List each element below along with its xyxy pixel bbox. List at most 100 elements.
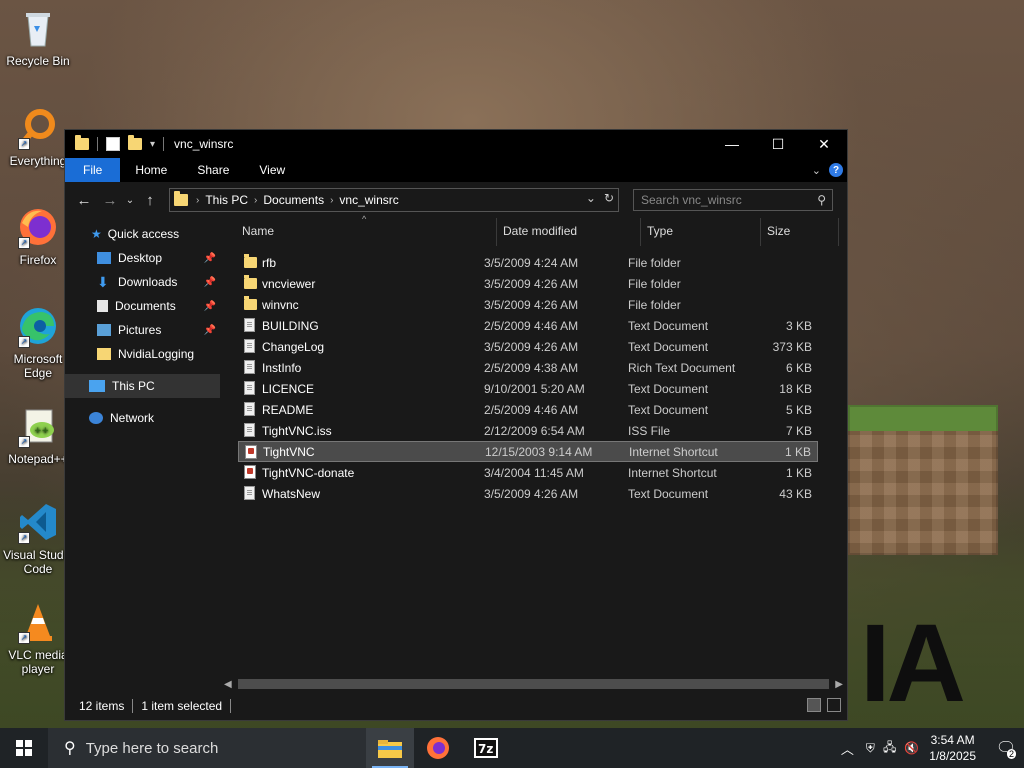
taskbar-7zip[interactable]: 7z [462,728,510,768]
tab-home[interactable]: Home [120,158,182,182]
scroll-left-icon[interactable]: ◀ [224,679,232,690]
file-type: Text Document [628,486,709,501]
nav-this-pc[interactable]: This PC [65,374,220,398]
file-row[interactable]: InstInfo 2/5/2009 4:38 AM Rich Text Docume… [238,357,818,378]
start-button[interactable] [0,728,48,768]
nav-network[interactable]: Network [65,406,220,430]
address-history-chevron-icon[interactable]: ⌄ [586,191,596,205]
back-button[interactable]: ← [71,192,97,209]
file-row[interactable]: ChangeLog 3/5/2009 4:26 AM Text Document 37… [238,336,818,357]
file-size: 5 KB [785,402,812,417]
file-date-modified: 3/4/2004 11:45 AM [484,465,584,480]
nav-desktop[interactable]: Desktop 📌 [65,246,220,270]
file-name: rfb [262,255,277,270]
clock-time: 3:54 AM [930,733,975,747]
breadcrumb-separator[interactable]: › [196,195,199,206]
shortcut-icon [244,465,256,479]
folder-icon [174,191,188,206]
taskbar-search-input[interactable]: ⚲ Type here to search [48,728,366,768]
tab-share[interactable]: Share [182,158,244,182]
column-date-modified[interactable]: Date modified [503,224,577,238]
file-type: Rich Text Document [628,360,736,375]
file-name: TightVNC-donate [262,465,355,480]
search-placeholder: Search vnc_winsrc [641,193,742,207]
file-row[interactable]: winvnc 3/5/2009 4:26 AM File folder [238,294,818,315]
status-divider [132,699,134,713]
file-row[interactable]: rfb 3/5/2009 4:24 AM File folder [238,252,818,273]
file-row[interactable]: BUILDING 2/5/2009 4:46 AM Text Document 3 K… [238,315,818,336]
item-count: 12 items [79,699,125,713]
network-icon [89,412,103,424]
column-divider[interactable] [496,218,497,246]
column-headers: Name ^ Date modified Type Size [220,214,847,246]
column-divider[interactable] [838,218,839,246]
nav-documents[interactable]: Documents 📌 [65,294,220,318]
file-row[interactable]: TightVNC.iss 2/12/2009 6:54 AM ISS File 7 K… [238,420,818,441]
title-bar[interactable]: ▾ vnc_winsrc — ☐ ✕ [65,130,847,158]
pin-icon[interactable]: 📌 [204,277,216,288]
nav-nvidialogging[interactable]: NvidiaLogging [65,342,220,366]
breadcrumb-documents[interactable]: Documents [263,193,324,207]
tab-view[interactable]: View [244,158,300,182]
file-name: winvnc [262,297,299,312]
nav-downloads[interactable]: ⬇ Downloads 📌 [65,270,220,294]
pin-icon[interactable]: 📌 [204,301,216,312]
minimize-button[interactable]: — [709,130,755,158]
tab-file[interactable]: File [65,158,121,182]
close-button[interactable]: ✕ [801,130,847,158]
large-icons-view-button[interactable] [827,698,841,712]
file-row[interactable]: TightVNC 12/15/2003 9:14 AM Internet Short… [238,441,818,462]
breadcrumb-separator[interactable]: › [330,195,333,206]
window-controls: — ☐ ✕ [709,130,847,158]
file-row[interactable]: WhatsNew 3/5/2009 4:26 AM Text Document 43 … [238,483,818,504]
column-name[interactable]: Name [242,224,274,238]
file-date-modified: 3/5/2009 4:26 AM [484,297,579,312]
status-divider [230,699,232,713]
security-icon[interactable]: ⛨ [866,741,875,756]
breadcrumb-vnc-winsrc[interactable]: vnc_winsrc [339,193,398,207]
pin-icon[interactable]: 📌 [204,253,216,264]
maximize-button[interactable]: ☐ [755,130,801,158]
help-icon[interactable]: ? [829,163,843,177]
file-size: 7 KB [785,423,812,438]
scrollbar-thumb[interactable] [238,679,829,689]
address-bar[interactable]: › This PC › Documents › vnc_winsrc ⌄ ↻ [169,188,619,212]
column-size[interactable]: Size [767,224,790,238]
new-folder-icon[interactable] [128,135,142,150]
forward-button[interactable]: → [97,192,123,209]
details-view-button[interactable] [807,698,821,712]
nav-pictures[interactable]: Pictures 📌 [65,318,220,342]
refresh-icon[interactable]: ↻ [604,191,614,205]
scroll-right-icon[interactable]: ▶ [835,679,843,690]
file-row[interactable]: vncviewer 3/5/2009 4:26 AM File folder [238,273,818,294]
expand-ribbon-chevron-icon[interactable]: ⌄ [812,164,821,177]
firefox-icon [427,737,449,759]
volume-muted-icon[interactable]: 🔇 [904,741,919,755]
file-row[interactable]: README 2/5/2009 4:46 AM Text Document 5 KB [238,399,818,420]
nav-quick-access[interactable]: ★ Quick access [65,222,220,246]
customize-toolbar-chevron-icon[interactable]: ▾ [150,139,155,150]
taskbar-firefox[interactable] [414,728,462,768]
horizontal-scrollbar[interactable]: ◀ ▶ [220,676,847,692]
properties-icon[interactable] [106,137,120,151]
taskbar-file-explorer[interactable] [366,728,414,768]
show-hidden-icons-chevron-icon[interactable]: ︿ [841,739,854,758]
pin-icon[interactable]: 📌 [204,325,216,336]
recent-locations-chevron-icon[interactable]: ⌄ [123,195,137,206]
up-button[interactable]: ↑ [137,192,163,209]
column-divider[interactable] [640,218,641,246]
nav-label: Documents [115,299,176,313]
document-icon [244,381,255,395]
clock[interactable]: 3:54 AM 1/8/2025 [929,732,976,764]
breadcrumb-this-pc[interactable]: This PC [205,193,248,207]
column-divider[interactable] [760,218,761,246]
breadcrumb-separator[interactable]: › [254,195,257,206]
toolbar-divider [97,137,98,151]
column-type[interactable]: Type [647,224,673,238]
notification-center-button[interactable]: 🗨 2 [988,728,1024,768]
search-input[interactable]: Search vnc_winsrc ⚲ [633,189,833,211]
file-row[interactable]: LICENCE 9/10/2001 5:20 AM Text Document 18 … [238,378,818,399]
desktop-icon-recycle-bin[interactable]: Recycle Bin [0,6,76,68]
file-row[interactable]: TightVNC-donate 3/4/2004 11:45 AM Internet… [238,462,818,483]
network-tray-icon[interactable]: 🖧 [883,738,896,759]
